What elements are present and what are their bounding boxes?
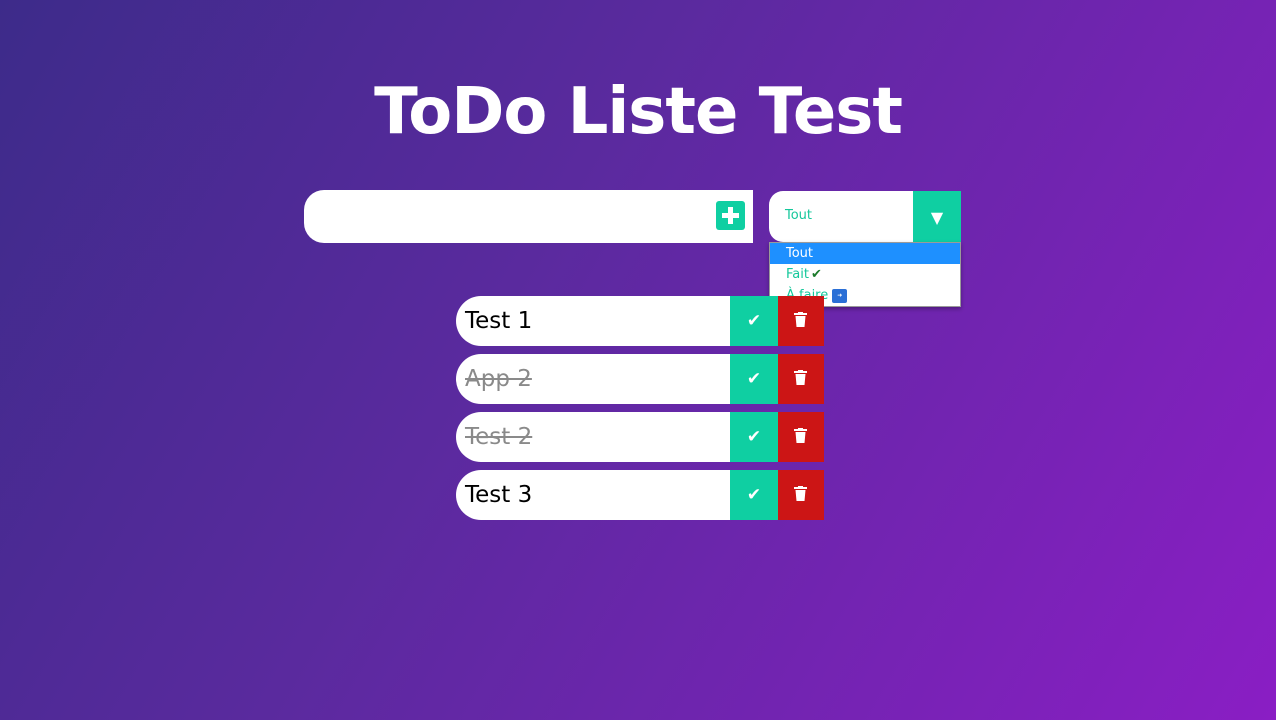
filter-option-label: Tout bbox=[786, 246, 814, 261]
filter-option-done[interactable]: Fait ✔ bbox=[770, 264, 960, 285]
page-title: ToDo Liste Test bbox=[374, 74, 903, 149]
complete-button[interactable]: ✔ bbox=[730, 470, 778, 520]
trash-icon bbox=[794, 486, 807, 501]
dropdown-arrow-icon[interactable]: ▼ bbox=[913, 191, 961, 242]
todo-item: App 2 ✔ bbox=[456, 354, 824, 404]
todo-input[interactable] bbox=[322, 200, 706, 234]
todo-item: Test 2 ✔ bbox=[456, 412, 824, 462]
check-icon: ✔ bbox=[746, 427, 762, 447]
filter-selected-value: Tout bbox=[785, 208, 813, 223]
todo-text: App 2 bbox=[465, 366, 532, 392]
trash-icon bbox=[794, 370, 807, 385]
complete-button[interactable]: ✔ bbox=[730, 412, 778, 462]
check-icon: ✔ bbox=[746, 485, 762, 505]
delete-button[interactable] bbox=[778, 412, 824, 462]
check-icon: ✔ bbox=[746, 311, 762, 331]
check-icon: ✔ bbox=[746, 369, 762, 389]
todo-text: Test 1 bbox=[465, 308, 533, 334]
todo-text: Test 2 bbox=[465, 424, 533, 450]
add-todo-button[interactable] bbox=[716, 201, 745, 230]
soon-arrow-icon: ➜ bbox=[832, 288, 848, 303]
trash-icon bbox=[794, 428, 807, 443]
complete-button[interactable]: ✔ bbox=[730, 354, 778, 404]
filter-option-label: Fait bbox=[786, 267, 809, 282]
delete-button[interactable] bbox=[778, 354, 824, 404]
delete-button[interactable] bbox=[778, 296, 824, 346]
delete-button[interactable] bbox=[778, 470, 824, 520]
check-mark-icon: ✔ bbox=[810, 267, 822, 282]
todo-item: Test 3 ✔ bbox=[456, 470, 824, 520]
todo-text: Test 3 bbox=[465, 482, 533, 508]
complete-button[interactable]: ✔ bbox=[730, 296, 778, 346]
trash-icon bbox=[794, 312, 807, 327]
todo-input-container bbox=[304, 190, 753, 243]
filter-option-all[interactable]: Tout bbox=[770, 243, 960, 264]
todo-item: Test 1 ✔ bbox=[456, 296, 824, 346]
filter-select[interactable]: Tout ▼ bbox=[769, 191, 961, 242]
todo-list: Test 1 ✔ App 2 ✔ Test 2 ✔ Test 3 ✔ bbox=[456, 296, 824, 528]
